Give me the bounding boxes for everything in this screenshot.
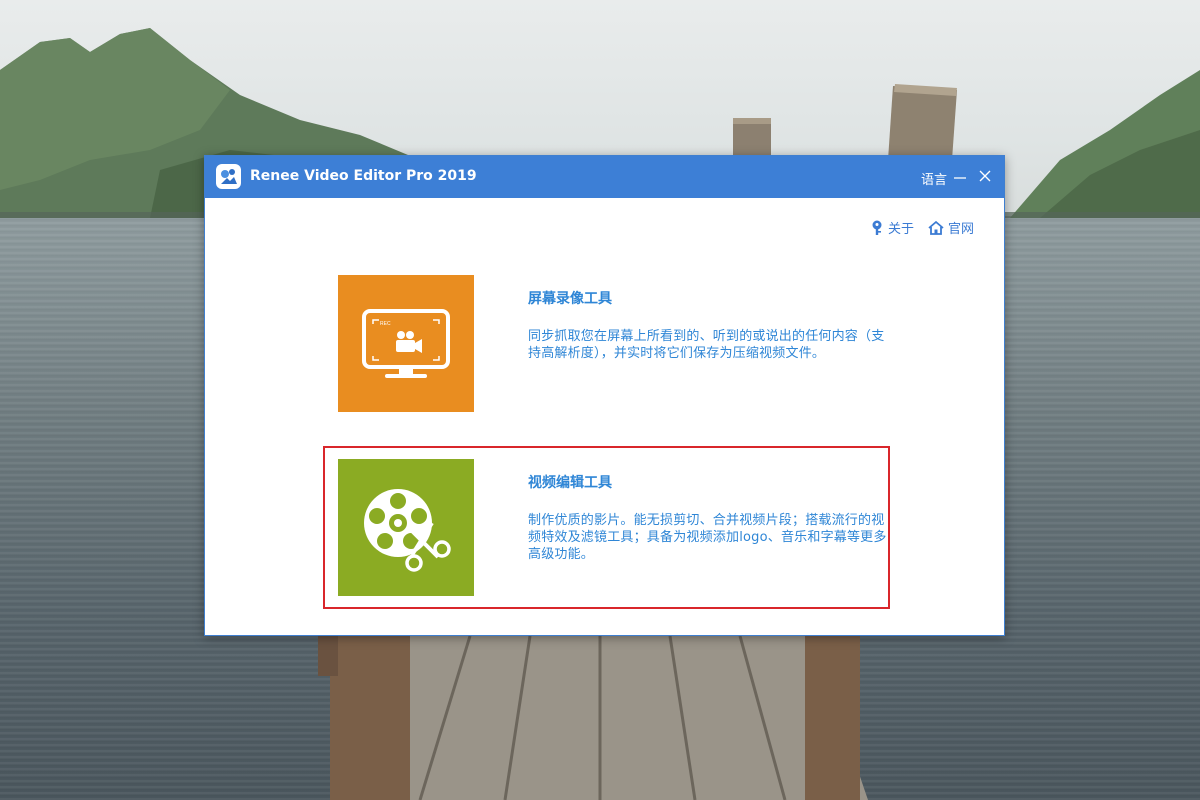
launcher-window: Renee Video Editor Pro 2019 语言 关于 官网 REC… xyxy=(204,155,1005,636)
video-editor-card[interactable]: 视频编辑工具 制作优质的影片。能无损剪切、合并视频片段；搭载流行的视频特效及滤镜… xyxy=(323,458,886,598)
minimize-button[interactable] xyxy=(950,166,970,186)
video-editor-tile[interactable] xyxy=(338,459,474,596)
window-title: Renee Video Editor Pro 2019 xyxy=(250,168,477,184)
minimize-icon xyxy=(954,177,966,179)
home-icon xyxy=(928,220,944,235)
screen-recorder-description: 同步抓取您在屏幕上所看到的、听到的或说出的任何内容（支持高解析度），并实时将它们… xyxy=(528,329,885,361)
app-logo-icon xyxy=(216,164,241,189)
title-bar: Renee Video Editor Pro 2019 语言 xyxy=(205,156,1004,198)
screen-recorder-title[interactable]: 屏幕录像工具 xyxy=(528,288,612,308)
close-icon xyxy=(979,170,991,182)
screen-record-icon: REC xyxy=(362,308,450,378)
key-icon xyxy=(872,220,882,235)
video-editor-title[interactable]: 视频编辑工具 xyxy=(528,472,612,492)
screen-recorder-tile[interactable]: REC xyxy=(338,275,474,412)
film-reel-scissors-icon xyxy=(364,488,451,572)
top-links: 关于 官网 xyxy=(870,218,974,237)
video-editor-description: 制作优质的影片。能无损剪切、合并视频片段；搭载流行的视频特效及滤镜工具；具备为视… xyxy=(528,513,887,562)
screen-recorder-card[interactable]: REC 屏幕录像工具 同步抓取您在屏幕上所看到的、听到的或说出的任何内容（支持高… xyxy=(323,274,884,414)
close-button[interactable] xyxy=(975,166,995,186)
language-menu[interactable]: 语言 xyxy=(921,169,947,188)
website-label: 官网 xyxy=(947,222,974,237)
about-label: 关于 xyxy=(887,222,914,237)
rec-label: REC xyxy=(380,321,391,327)
website-link[interactable]: 官网 xyxy=(928,218,974,237)
about-link[interactable]: 关于 xyxy=(870,218,914,237)
